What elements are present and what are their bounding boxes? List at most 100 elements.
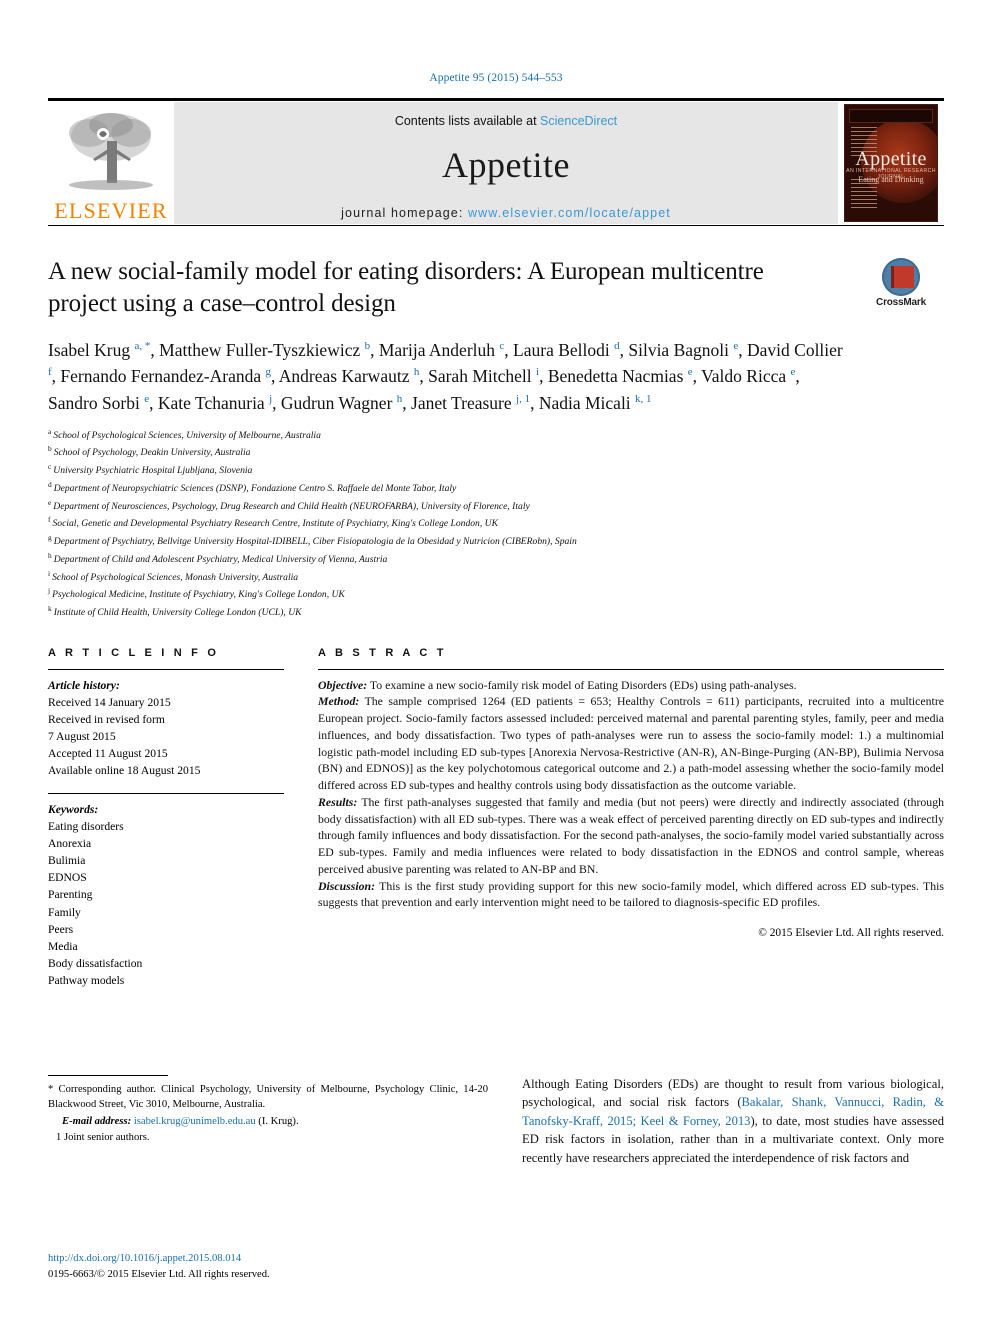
abstract-section: Results: The first path-analyses suggest… <box>318 794 944 878</box>
abstract-section-label: Discussion: <box>318 878 376 893</box>
footnote-separator <box>48 1075 168 1076</box>
keyword-items: Eating disorders Anorexia Bulimia EDNOS Pare… <box>48 818 284 990</box>
abstract-section-text: This is the first study providing suppor… <box>318 878 944 910</box>
keywords-block: Keywords: Eating disorders Anorexia Bulimi… <box>48 801 284 990</box>
abstract-copyright: © 2015 Elsevier Ltd. All rights reserved… <box>758 927 944 940</box>
paper-page: Appetite 95 (2015) 544–553 ELSEVIER Cont… <box>0 0 992 1323</box>
body-text-column: Although Eating Disorders (EDs) are thou… <box>522 1075 944 1295</box>
affiliation-marker: e <box>48 497 52 507</box>
affiliation-marker: b <box>48 444 52 454</box>
article-info-rule <box>48 668 284 670</box>
affiliation-marker: g <box>48 533 52 543</box>
affiliation-item: i School of Psychological Sciences, Monas… <box>48 568 299 583</box>
email-owner: (I. Krug). <box>255 1115 299 1127</box>
page-bottom: * Corresponding author. Clinical Psychol… <box>48 1075 944 1295</box>
crossmark-label: CrossMark <box>876 297 926 308</box>
email-label: E-mail address: <box>62 1115 132 1127</box>
affiliation-marker: d <box>48 479 52 489</box>
abstract-section-label: Method: <box>318 694 360 709</box>
abstract-column: A B S T R A C T Objective: To examine a … <box>318 647 944 990</box>
keyword-item: Anorexia <box>48 836 92 850</box>
affiliation-marker: f <box>48 515 51 525</box>
abstract-body: Objective: To examine a new socio-family… <box>318 677 944 912</box>
email-link[interactable]: isabel.krug@unimelb.edu.au <box>134 1116 256 1127</box>
info-abstract-columns: A R T I C L E I N F O Article history: R… <box>48 647 944 990</box>
affiliation-list: a School of Psychological Sciences, Unive… <box>48 426 944 621</box>
article-info-column: A R T I C L E I N F O Article history: R… <box>48 647 284 990</box>
sciencedirect-link[interactable]: ScienceDirect <box>540 114 617 128</box>
contents-available-line: Contents lists available at ScienceDirec… <box>395 114 617 128</box>
affiliation-marker: k <box>48 603 52 613</box>
doi-block: http://dx.doi.org/10.1016/j.appet.2015.0… <box>48 1251 270 1283</box>
corresponding-author-note: * Corresponding author. Clinical Psychol… <box>48 1084 488 1111</box>
abstract-section: Discussion: This is the first study prov… <box>318 878 944 912</box>
affiliation-item: b School of Psychology, Deakin University… <box>48 444 251 459</box>
abstract-section: Objective: To examine a new socio-family… <box>318 677 944 694</box>
article-history-block: Article history: Received 14 January 201… <box>48 677 284 780</box>
cover-journal-tagline: Eating and Drinking <box>858 175 924 184</box>
keyword-item: Pathway models <box>48 974 125 988</box>
keyword-item: Family <box>48 905 81 919</box>
affiliation-item: c University Psychiatric Hospital Ljublja… <box>48 462 253 477</box>
affiliation-marker: i <box>48 568 51 578</box>
keyword-item: Bulimia <box>48 854 86 868</box>
crossmark-icon <box>882 258 920 296</box>
affiliation-item: g Department of Psychiatry, Bellvitge Uni… <box>48 533 577 548</box>
journal-header-band: ELSEVIER Contents lists available at Sci… <box>48 98 944 226</box>
journal-cover-thumbnail: Appetite AN INTERNATIONAL RESEARCH JOURN… <box>838 101 944 225</box>
article-history-label: Article history: <box>48 678 120 692</box>
keyword-item: Parenting <box>48 888 93 902</box>
affiliation-marker: j <box>48 586 51 596</box>
footnote-column: * Corresponding author. Clinical Psychol… <box>48 1075 488 1295</box>
article-info-heading: A R T I C L E I N F O <box>48 646 220 659</box>
article-history-item: Received 14 January 2015 <box>48 695 171 709</box>
affiliation-item: d Department of Neuropsychiatric Sciences… <box>48 479 457 495</box>
affiliation-item: e Department of Neurosciences, Psychology… <box>48 497 530 512</box>
footnotes-block: * Corresponding author. Clinical Psychol… <box>48 1082 488 1145</box>
abstract-section-label: Objective: <box>318 677 368 692</box>
article-history-item: 7 August 2015 <box>48 730 116 744</box>
elsevier-wordmark: ELSEVIER <box>54 198 168 223</box>
affiliation-item: f Social, Genetic and Developmental Psych… <box>48 515 498 530</box>
affiliation-marker: c <box>48 462 52 472</box>
abstract-section-text: The sample comprised 1264 (ED patients =… <box>318 694 944 793</box>
abstract-heading: A B S T R A C T <box>318 646 447 659</box>
title-area: A new social-family model for eating dis… <box>48 256 944 319</box>
affiliation-marker: h <box>48 550 52 560</box>
keywords-rule <box>48 792 284 794</box>
article-title: A new social-family model for eating dis… <box>48 258 764 317</box>
journal-homepage-link[interactable]: www.elsevier.com/locate/appet <box>468 206 671 220</box>
affiliation-marker: a <box>48 426 52 436</box>
crossmark-badge[interactable]: CrossMark <box>858 258 944 308</box>
journal-band-center: Contents lists available at ScienceDirec… <box>174 102 838 224</box>
abstract-section-text: The first path-analyses suggested that f… <box>318 794 944 876</box>
keyword-item: EDNOS <box>48 871 87 885</box>
keyword-item: Body dissatisfaction <box>48 957 143 970</box>
abstract-rule <box>318 668 944 670</box>
affiliation-item: a School of Psychological Sciences, Unive… <box>48 426 321 441</box>
doi-link[interactable]: http://dx.doi.org/10.1016/j.appet.2015.0… <box>48 1251 270 1267</box>
joint-authors-note: 1 Joint senior authors. <box>56 1132 150 1144</box>
abstract-section: Method: The sample comprised 1264 (ED pa… <box>318 693 944 794</box>
homepage-prefix: journal homepage: <box>341 206 468 220</box>
keyword-item: Media <box>48 939 78 953</box>
affiliation-item: h Department of Child and Adolescent Psyc… <box>48 550 388 565</box>
cover-image: Appetite AN INTERNATIONAL RESEARCH JOURN… <box>844 104 938 222</box>
article-history-items: Received 14 January 2015 Received in revi… <box>48 694 284 780</box>
article-history-item: Available online 18 August 2015 <box>48 764 201 778</box>
running-head: Appetite 95 (2015) 544–553 <box>429 72 563 84</box>
intro-paragraph: Although Eating Disorders (EDs) are thou… <box>522 1075 944 1167</box>
elsevier-logo: ELSEVIER <box>48 101 174 225</box>
keywords-label: Keywords: <box>48 802 99 816</box>
affiliation-item: k Institute of Child Health, University C… <box>48 603 302 619</box>
keyword-item: Eating disorders <box>48 819 124 833</box>
contents-prefix: Contents lists available at <box>394 114 541 128</box>
abstract-section-label: Results: <box>318 794 358 809</box>
cover-masthead-bar <box>849 109 933 123</box>
keyword-item: Peers <box>48 922 74 936</box>
issn-copyright-line: 0195-6663/© 2015 Elsevier Ltd. All right… <box>48 1269 270 1281</box>
journal-title: Appetite <box>442 145 570 185</box>
affiliation-item: j Psychological Medicine, Institute of Ps… <box>48 586 345 601</box>
author-list: Isabel Krug a, *, Matthew Fuller-Tyszkie… <box>48 340 843 413</box>
journal-homepage-line: journal homepage: www.elsevier.com/locat… <box>341 206 671 220</box>
